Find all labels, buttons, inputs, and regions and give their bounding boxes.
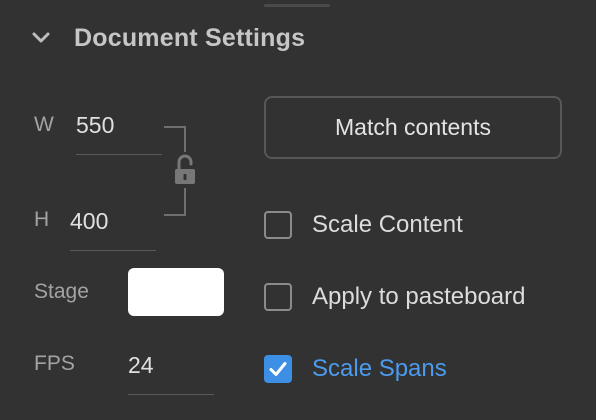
stage-label: Stage (34, 280, 89, 303)
width-field-underline (76, 154, 162, 155)
apply-to-pasteboard-label: Apply to pasteboard (312, 283, 526, 310)
scale-spans-label: Scale Spans (312, 355, 447, 382)
scale-spans-option[interactable]: Scale Spans (264, 354, 447, 384)
scale-content-option[interactable]: Scale Content (264, 210, 463, 240)
document-settings-header[interactable]: Document Settings (30, 20, 305, 56)
scale-content-checkbox[interactable] (264, 211, 292, 239)
fps-field-underline (128, 394, 214, 395)
document-settings-panel: Document Settings W 550 H 400 Stage FPS … (0, 0, 596, 420)
section-title: Document Settings (74, 23, 306, 52)
fps-field[interactable]: 24 (128, 348, 154, 382)
width-label: W (34, 113, 54, 136)
match-contents-button[interactable]: Match contents (264, 96, 562, 159)
height-field[interactable]: 400 (70, 204, 108, 238)
stage-color-swatch[interactable] (128, 268, 224, 316)
apply-to-pasteboard-checkbox[interactable] (264, 283, 292, 311)
chevron-down-icon[interactable] (30, 27, 52, 49)
scale-spans-checkbox[interactable] (264, 355, 292, 383)
height-field-underline (70, 250, 156, 251)
fps-label: FPS (34, 352, 75, 375)
width-field[interactable]: 550 (76, 108, 114, 142)
scale-content-label: Scale Content (312, 211, 463, 238)
unlocked-padlock-icon[interactable] (170, 152, 200, 188)
panel-drag-handle[interactable] (264, 4, 330, 7)
height-label: H (34, 208, 50, 231)
checkmark-icon (269, 362, 287, 376)
apply-to-pasteboard-option[interactable]: Apply to pasteboard (264, 282, 525, 312)
